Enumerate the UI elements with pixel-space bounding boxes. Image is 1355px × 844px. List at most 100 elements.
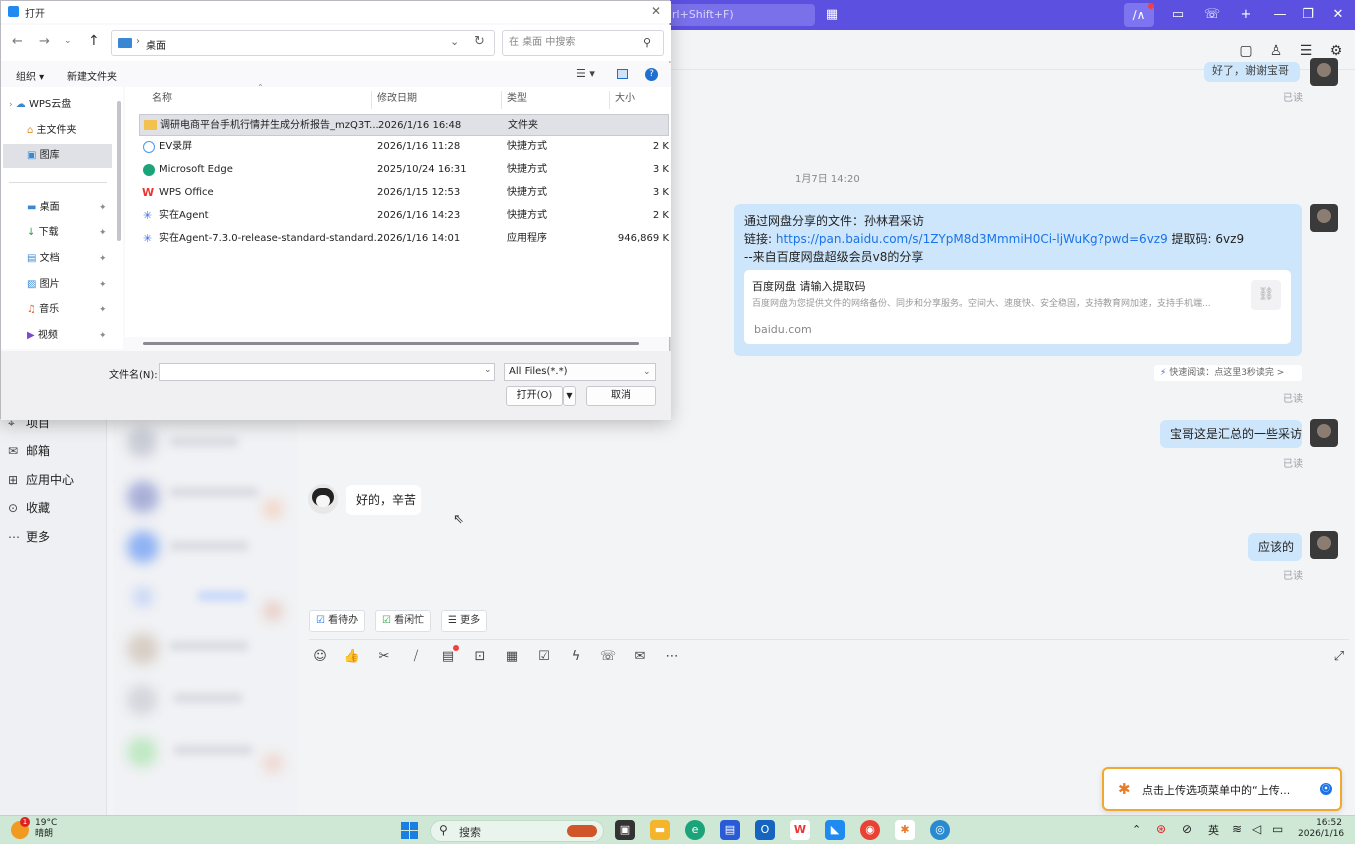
minimize-icon[interactable]: — (1268, 4, 1292, 26)
file-row[interactable]: Microsoft Edge 2025/10/24 16:31 快捷方式 3 K (139, 159, 669, 181)
busy-tag-button[interactable]: ☑ 看闲忙 (375, 610, 432, 632)
tree-item-downloads[interactable]: ↓ 下载 ✦ (27, 221, 113, 245)
up-arrow-icon[interactable]: ↑ (88, 33, 100, 49)
sidebar-item-favorites[interactable]: ⊙ 收藏 (8, 497, 103, 519)
pinwheel-app-icon[interactable]: ✱ (895, 820, 915, 840)
pin-icon[interactable]: ✦ (99, 196, 107, 220)
file-explorer-icon[interactable]: ▬ (650, 820, 670, 840)
wps-icon[interactable]: W (790, 820, 810, 840)
tree-item-desktop[interactable]: ▬ 桌面 ✦ (27, 196, 113, 220)
tray-app-icon[interactable]: ⊛ (1156, 822, 1166, 836)
tree-item-home[interactable]: ⌂ 主文件夹 (27, 119, 119, 143)
expand-icon[interactable]: ⤢ (1330, 648, 1348, 666)
thumbs-up-icon[interactable]: 👍 (343, 648, 361, 666)
wifi-icon[interactable]: ≋ (1232, 822, 1242, 836)
phone-icon[interactable]: ☏ (599, 648, 617, 666)
tree-item-videos[interactable]: ▶ 视频 ✦ (27, 324, 113, 348)
pin-icon[interactable]: ✦ (99, 221, 107, 245)
file-row[interactable]: 调研电商平台手机行情并生成分析报告_mzQ3T... 2026/1/16 16:… (139, 114, 669, 136)
edge-icon[interactable]: e (685, 820, 705, 840)
outlook-icon[interactable]: O (755, 820, 775, 840)
organize-button[interactable]: 组织 ▾ (16, 68, 44, 83)
column-header-date[interactable]: 修改日期 (377, 89, 417, 109)
global-search-input[interactable]: rl+Shift+F) (660, 4, 815, 26)
refresh-icon[interactable]: ↻ (474, 34, 485, 49)
column-divider[interactable] (609, 91, 610, 109)
link-preview-card[interactable]: 百度网盘 请输入提取码 百度网盘为您提供文件的网络备份、同步和分享服务。空间大、… (744, 270, 1291, 344)
horizontal-scrollbar[interactable] (143, 342, 639, 345)
file-type-filter[interactable]: All Files(*.*) ⌄ (504, 363, 656, 381)
tree-item-music[interactable]: ♫ 音乐 ✦ (27, 298, 113, 322)
volume-icon[interactable]: ◁ (1252, 822, 1261, 836)
cancel-button[interactable]: 取消 (586, 386, 656, 406)
call-icon[interactable]: ☏ (1200, 4, 1224, 26)
tree-item-documents[interactable]: ▤ 文档 ✦ (27, 247, 113, 271)
screen-share-icon[interactable]: ▭ (1166, 4, 1190, 26)
chrome-icon[interactable]: ◉ (860, 820, 880, 840)
tray-eye-icon[interactable]: ⊘ (1182, 822, 1192, 836)
tree-item-pictures[interactable]: ▨ 图片 ✦ (27, 273, 113, 297)
column-divider[interactable] (501, 91, 502, 109)
battery-icon[interactable]: ▭ (1272, 822, 1283, 836)
file-row[interactable]: ✳ 实在Agent 2026/1/16 14:23 快捷方式 2 K (139, 205, 669, 227)
pin-icon[interactable]: ✦ (99, 324, 107, 348)
upload-hint-toast[interactable]: ✱ 点击上传选项菜单中的“上传... ⦿ (1102, 767, 1342, 811)
address-dropdown-icon[interactable]: ⌄ (450, 35, 459, 48)
weather-widget[interactable]: 19°C 晴朗 (35, 818, 57, 840)
preview-pane-icon[interactable] (617, 69, 628, 79)
task-view-icon[interactable]: ▣ (615, 820, 635, 840)
column-header-name[interactable]: 名称 (152, 89, 172, 109)
sidebar-item-apps[interactable]: ⊞ 应用中心 (8, 469, 103, 491)
more-icon[interactable]: ⋯ (663, 648, 681, 666)
add-member-icon[interactable]: ♙ (1266, 42, 1286, 60)
more-tag-button[interactable]: ☰ 更多 (441, 610, 488, 632)
view-options-icon[interactable]: ☰ ▾ (576, 67, 595, 80)
calendar-icon[interactable]: ▦ (503, 648, 521, 666)
filename-input[interactable]: ⌄ (159, 363, 495, 381)
quick-read-button[interactable]: ⚡ 快速阅读：点这里3秒读完 > (1154, 365, 1302, 381)
share-link[interactable]: https://pan.baidu.com/s/1ZYpM8d3MmmiH0Ci… (776, 232, 1168, 246)
address-bar[interactable]: › 桌面 ⌄ ↻ (111, 30, 495, 56)
avatar[interactable] (308, 484, 338, 514)
folder-search-input[interactable]: 在 桌面 中搜索 ⚲ (502, 30, 664, 56)
pin-icon[interactable]: ✦ (99, 273, 107, 297)
agent-app-icon[interactable]: ◎ (930, 820, 950, 840)
system-clock[interactable]: 16:52 2026/1/16 (1298, 818, 1344, 840)
sidebar-item-more[interactable]: ⋯ 更多 (8, 526, 103, 548)
tree-item-wps-cloud[interactable]: › ☁ WPS云盘 (9, 93, 119, 117)
column-header-size[interactable]: 大小 (615, 89, 635, 109)
recent-chevron-icon[interactable]: ⌄ (64, 36, 72, 46)
tree-item-gallery[interactable]: ▣ 图库 (3, 144, 112, 168)
taskbar-search[interactable]: ⚲ 搜索 (430, 820, 604, 842)
pin-icon[interactable]: ✦ (99, 247, 107, 271)
avatar[interactable] (1310, 419, 1338, 447)
pin-icon[interactable]: ✦ (99, 298, 107, 322)
folder-icon[interactable]: ▢ (1236, 42, 1256, 60)
open-button[interactable]: 打开(O) (506, 386, 563, 406)
forward-arrow-icon[interactable]: → (39, 34, 50, 49)
format-icon[interactable]: ⧸ (407, 648, 425, 666)
windows-start-icon[interactable] (401, 822, 419, 840)
chat-app-icon[interactable]: ◣ (825, 820, 845, 840)
store-icon[interactable]: ▤ (720, 820, 740, 840)
task-icon[interactable]: ☑ (535, 648, 553, 666)
avatar[interactable] (1310, 204, 1338, 232)
back-arrow-icon[interactable]: ← (12, 34, 23, 49)
todo-tag-button[interactable]: ☑ 看待办 (309, 610, 366, 632)
upload-folder-icon[interactable]: ⊡ (471, 648, 489, 666)
help-icon[interactable]: ? (645, 68, 658, 81)
avatar[interactable] (1310, 531, 1338, 559)
ime-language[interactable]: 英 (1208, 822, 1219, 838)
open-dropdown-button[interactable]: ▼ (563, 386, 576, 406)
file-row[interactable]: ✳ 实在Agent-7.3.0-release-standard-standar… (139, 228, 669, 250)
column-divider[interactable] (371, 91, 372, 109)
apps-grid-icon[interactable]: ▦ (820, 4, 844, 26)
dialog-close-icon[interactable]: ✕ (651, 4, 661, 18)
file-row[interactable]: W WPS Office 2026/1/15 12:53 快捷方式 3 K (139, 182, 669, 204)
lightning-icon[interactable]: ϟ (567, 648, 585, 666)
avatar[interactable] (1310, 58, 1338, 86)
sidebar-item-mail[interactable]: ✉ 邮箱 (8, 440, 103, 462)
scissors-icon[interactable]: ✂ (375, 648, 393, 666)
emoji-icon[interactable]: ☺ (311, 648, 329, 666)
column-header-type[interactable]: 类型 (507, 89, 527, 109)
